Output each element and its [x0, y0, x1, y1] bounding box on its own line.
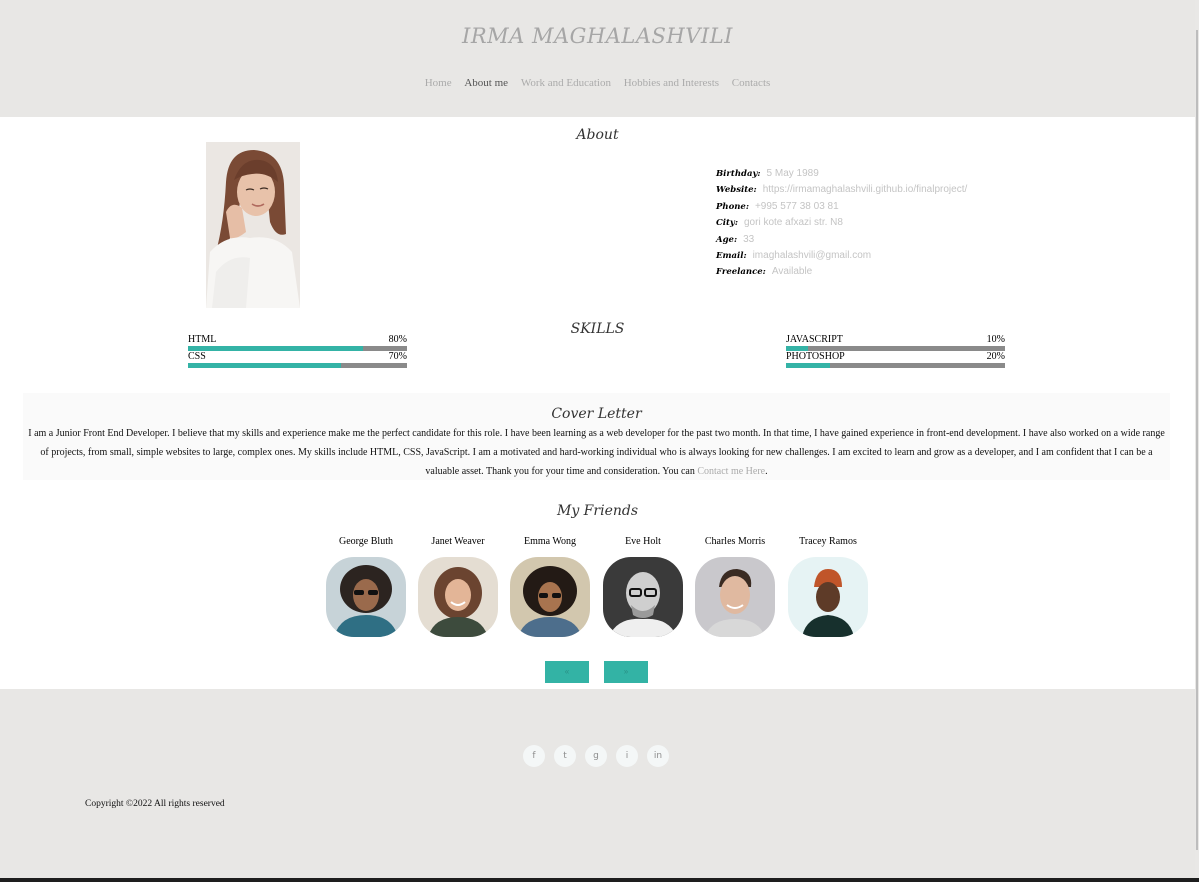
skill-bar — [188, 363, 407, 368]
skill-bar — [786, 363, 1005, 368]
contact-me-link[interactable]: Contact me Here — [697, 466, 765, 477]
friend-card[interactable]: George Bluth — [324, 535, 408, 637]
info-value: Available — [771, 266, 813, 278]
skill-name: PHOTOSHOP — [786, 351, 845, 362]
info-key: City: — [716, 218, 738, 229]
friend-card[interactable]: Charles Morris — [693, 535, 777, 637]
skill-html: HTML 80% — [188, 334, 407, 351]
info-key: Email: — [716, 251, 747, 262]
info-row-age: Age: 33 — [716, 232, 967, 248]
info-value: gori kote afxazi str. N8 — [744, 217, 843, 229]
skill-bar-fill — [786, 363, 830, 368]
nav-home[interactable]: Home — [425, 77, 452, 89]
friend-name: George Bluth — [339, 536, 393, 547]
personal-info: Birthday: 5 May 1989 Website: https://irma… — [716, 166, 967, 281]
nav-about-me[interactable]: About me — [464, 77, 508, 89]
facebook-icon[interactable]: f — [523, 745, 545, 767]
friend-avatar — [418, 557, 498, 637]
window-bottom-border — [0, 878, 1199, 882]
skill-photoshop: PHOTOSHOP 20% — [786, 351, 1005, 368]
cover-letter-body: I am a Junior Front End Developer. I bel… — [28, 428, 1165, 477]
friend-card[interactable]: Eve Holt — [601, 535, 685, 637]
github-icon[interactable]: g — [585, 745, 607, 767]
info-row-email: Email: imaghalashvili@gmail.com — [716, 248, 967, 264]
info-key: Birthday: — [716, 169, 761, 179]
profile-photo — [206, 142, 300, 308]
friend-avatar — [788, 557, 868, 637]
skill-percent: 20% — [986, 351, 1005, 362]
website-link[interactable]: https://irmamaghalashvili.github.io/fina… — [763, 184, 968, 195]
cover-letter: Cover Letter I am a Junior Front End Dev… — [23, 393, 1170, 480]
info-value: +995 577 38 03 81 — [754, 200, 839, 212]
info-key: Freelance: — [716, 267, 766, 278]
skill-name: JAVASCRIPT — [786, 334, 843, 345]
friend-avatar — [510, 557, 590, 637]
skill-name: CSS — [188, 351, 206, 362]
nav-hobbies-and-interests[interactable]: Hobbies and Interests — [624, 77, 719, 89]
friend-card[interactable]: Janet Weaver — [416, 535, 500, 637]
friend-name: Eve Holt — [625, 536, 661, 547]
social-links: f t g i in — [523, 745, 669, 767]
about-title: About — [576, 127, 619, 143]
friend-name: Emma Wong — [523, 536, 577, 547]
friend-name: Tracey Ramos — [799, 536, 857, 547]
main-nav: Home About me Work and Education Hobbies… — [0, 77, 1195, 89]
info-key: Phone: — [716, 201, 749, 212]
skill-name: HTML — [188, 334, 217, 345]
skills-title: SKILLS — [570, 321, 625, 337]
site-footer: f t g i in Copyright ©2022 All rights re… — [0, 689, 1195, 878]
info-row-website: Website: https://irmamaghalashvili.github… — [716, 182, 967, 198]
skill-javascript: JAVASCRIPT 10% — [786, 334, 1005, 351]
instagram-icon[interactable]: i — [616, 745, 638, 767]
friend-avatar — [695, 557, 775, 637]
info-row-birthday: Birthday: 5 May 1989 — [716, 166, 967, 182]
info-value: imaghalashvili@gmail.com — [752, 250, 872, 262]
skill-css: CSS 70% — [188, 351, 407, 368]
skill-percent: 70% — [388, 351, 407, 362]
scrollbar[interactable] — [1195, 0, 1199, 882]
friend-card[interactable]: Tracey Ramos — [786, 535, 870, 637]
cover-letter-text: I am a Junior Front End Developer. I bel… — [23, 424, 1170, 481]
info-value: 5 May 1989 — [766, 168, 819, 179]
skill-bar-fill — [188, 363, 342, 368]
nav-contacts[interactable]: Contacts — [732, 77, 771, 89]
info-value: 33 — [743, 233, 755, 245]
friends-title: My Friends — [556, 503, 639, 519]
cover-letter-end: . — [765, 466, 768, 477]
nav-work-and-education[interactable]: Work and Education — [521, 77, 611, 89]
slider-prev-button[interactable]: « — [545, 661, 589, 683]
info-row-phone: Phone: +995 577 38 03 81 — [716, 199, 967, 215]
info-key: Website: — [716, 185, 757, 196]
friend-avatar — [326, 557, 406, 637]
friend-card[interactable]: Emma Wong — [508, 535, 592, 637]
site-title: IRMA MAGHALASHVILI — [462, 24, 733, 48]
skill-percent: 80% — [388, 334, 407, 345]
slider-next-button[interactable]: » — [604, 661, 648, 683]
skill-percent: 10% — [986, 334, 1005, 345]
info-key: Age: — [716, 234, 738, 245]
friend-name: Charles Morris — [704, 536, 766, 547]
info-row-city: City: gori kote afxazi str. N8 — [716, 215, 967, 231]
cover-letter-title: Cover Letter — [551, 406, 642, 422]
site-header: IRMA MAGHALASHVILI Home About me Work an… — [0, 0, 1195, 117]
info-row-freelance: Freelance: Available — [716, 264, 967, 280]
copyright-text: Copyright ©2022 All rights reserved — [85, 799, 225, 809]
linkedin-icon[interactable]: in — [647, 745, 669, 767]
twitter-icon[interactable]: t — [554, 745, 576, 767]
friend-name: Janet Weaver — [431, 536, 485, 547]
friend-avatar — [603, 557, 683, 637]
